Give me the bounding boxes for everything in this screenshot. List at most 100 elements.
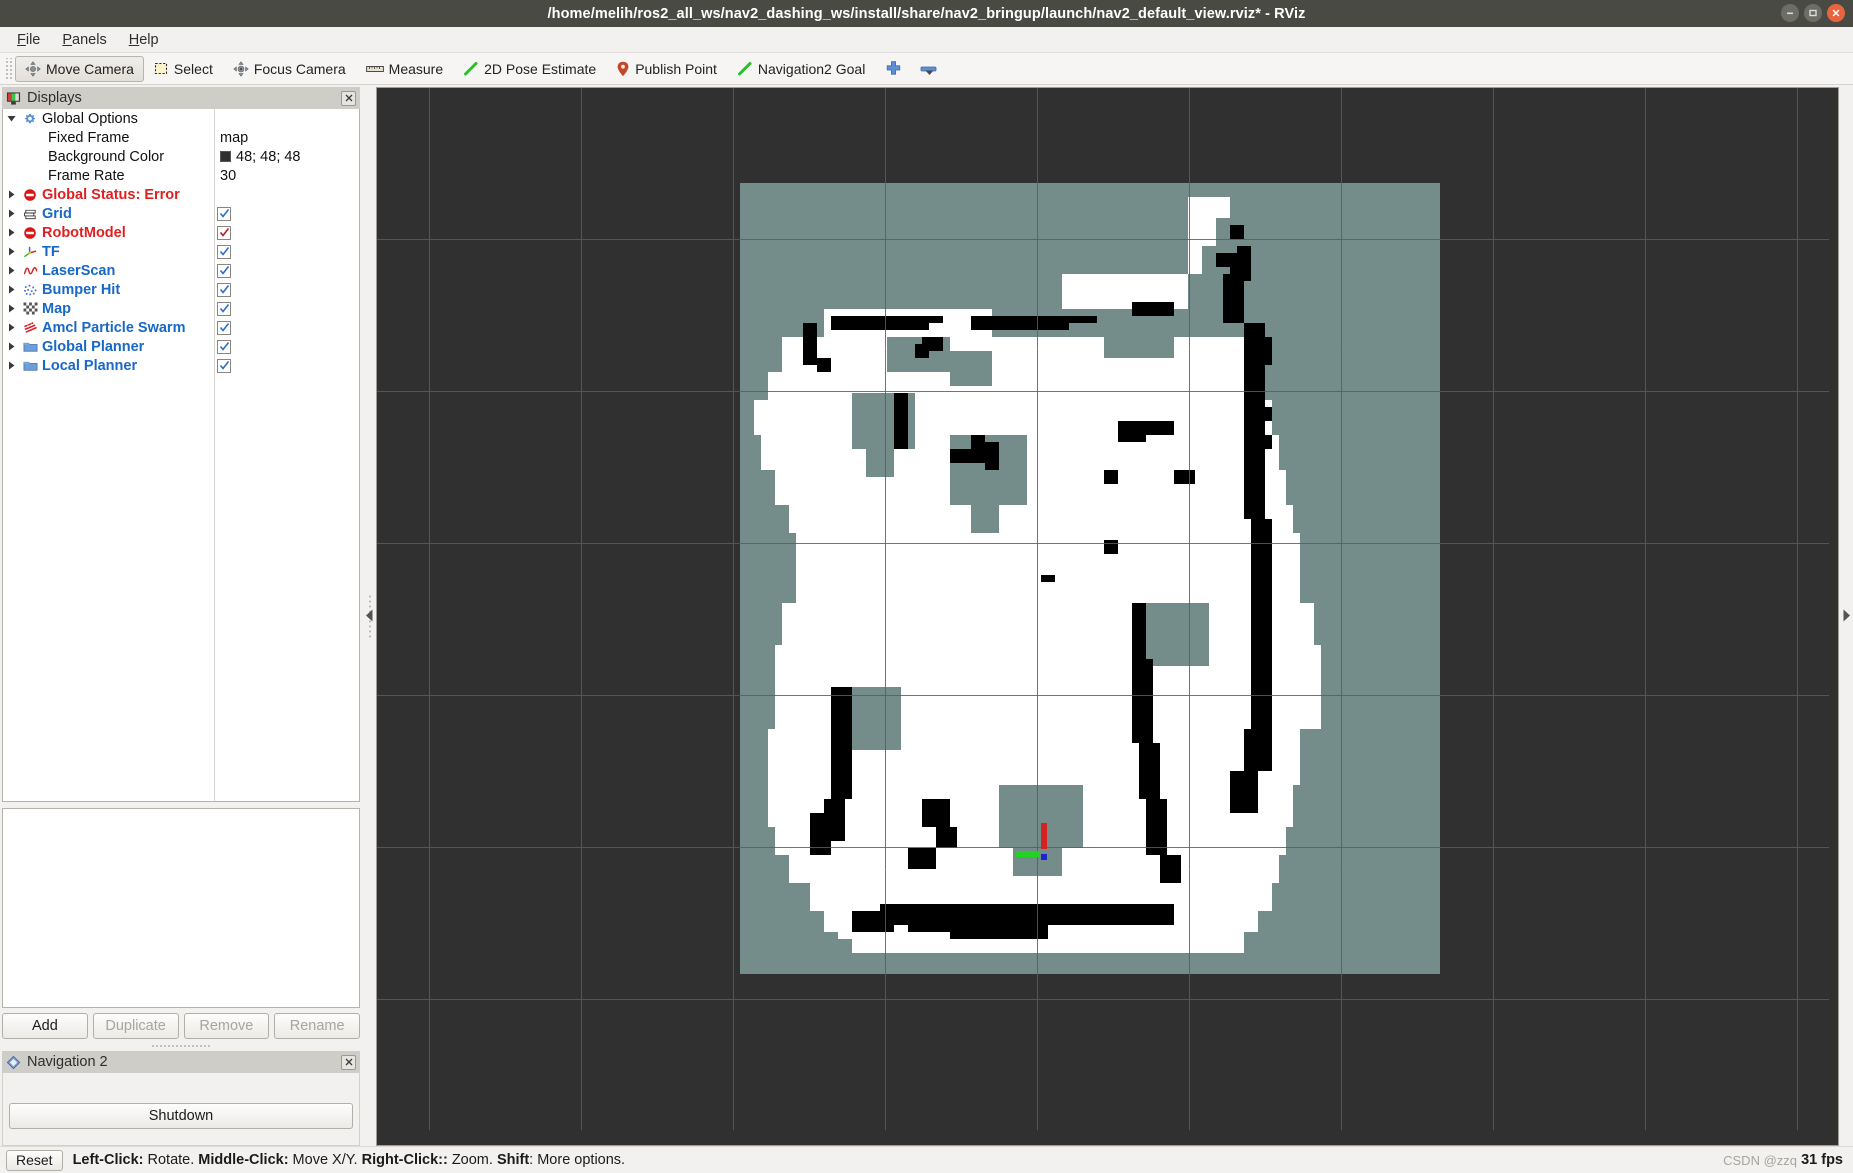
menu-help[interactable]: Help [120, 30, 168, 50]
displays-panel-title: Displays [27, 90, 82, 106]
tree-row-grid[interactable]: Grid [3, 204, 359, 223]
tree-label: Global Status: Error [42, 186, 180, 203]
tool-measure-label: Measure [388, 60, 444, 77]
select-icon [154, 62, 167, 75]
reset-button[interactable]: Reset [6, 1149, 63, 1171]
tree-row-frame-rate[interactable]: Frame Rate 30 [3, 166, 359, 185]
twisty-collapsed-icon[interactable] [3, 304, 20, 313]
twisty-collapsed-icon[interactable] [3, 342, 20, 351]
move-camera-icon [25, 60, 41, 77]
tool-move-camera-label: Move Camera [46, 60, 134, 77]
tool-navigation2-goal[interactable]: Navigation2 Goal [727, 56, 875, 82]
window-controls [1781, 4, 1845, 22]
tree-row-background-color[interactable]: Background Color 48; 48; 48 [3, 147, 359, 166]
occupancy-grid-map[interactable] [377, 88, 1829, 1130]
twisty-collapsed-icon[interactable] [3, 190, 20, 199]
twisty-collapsed-icon[interactable] [3, 266, 20, 275]
close-icon [345, 94, 352, 102]
minimize-button[interactable] [1781, 4, 1799, 22]
tree-row-local-planner[interactable]: Local Planner [3, 356, 359, 375]
collapse-left-icon[interactable] [365, 609, 374, 622]
grid-icon [20, 208, 40, 220]
twisty-collapsed-icon[interactable] [3, 209, 20, 218]
remove-button[interactable]: Remove [183, 1013, 270, 1039]
map-checkbox[interactable] [217, 301, 231, 316]
tool-focus-camera[interactable]: Focus Camera [223, 56, 356, 82]
tree-label: LaserScan [42, 262, 116, 279]
tree-label: Amcl Particle Swarm [42, 319, 186, 336]
window-title: /home/melih/ros2_all_ws/nav2_dashing_ws/… [547, 5, 1306, 22]
rename-button[interactable]: Rename [274, 1013, 360, 1039]
twisty-collapsed-icon[interactable] [3, 285, 20, 294]
tree-row-fixed-frame[interactable]: Fixed Frame map [3, 128, 359, 147]
pointcloud-icon [20, 283, 40, 297]
tool-publish-point-label: Publish Point [635, 60, 717, 77]
tree-row-bumper-hit[interactable]: Bumper Hit [3, 280, 359, 299]
tree-label: Bumper Hit [42, 281, 121, 298]
hint-shift: Shift [496, 1152, 530, 1168]
collapse-right-icon[interactable] [1842, 609, 1851, 622]
mouse-hint-text: Left-Click: Rotate. Middle-Click: Move X… [73, 1152, 626, 1168]
dock-splitter-handle[interactable] [151, 1043, 211, 1049]
tool-2d-pose-estimate[interactable]: 2D Pose Estimate [453, 56, 606, 82]
menu-panels[interactable]: Panels [53, 30, 115, 50]
robotmodel-checkbox[interactable] [217, 225, 231, 240]
tree-row-robotmodel[interactable]: RobotModel [3, 223, 359, 242]
color-swatch [220, 151, 231, 162]
twisty-expanded-icon[interactable] [3, 114, 20, 123]
tree-row-global-options[interactable]: Global Options [3, 109, 359, 128]
grid-checkbox[interactable] [217, 206, 231, 221]
folder-icon [20, 340, 40, 353]
toolbar-grip[interactable] [4, 57, 13, 80]
right-splitter[interactable] [1839, 85, 1853, 1146]
error-icon [20, 188, 40, 202]
menu-file[interactable]: File [8, 30, 49, 50]
render-view-3d[interactable] [376, 87, 1839, 1146]
laserscan-icon [20, 265, 40, 277]
main-body: Displays Global Options Fixed Frame map … [0, 85, 1853, 1146]
tree-row-global-planner[interactable]: Global Planner [3, 337, 359, 356]
twisty-collapsed-icon[interactable] [3, 228, 20, 237]
plus-icon[interactable] [885, 60, 902, 77]
fixed-frame-value[interactable]: map [220, 130, 248, 146]
add-button[interactable]: Add [2, 1013, 88, 1039]
displays-panel-close[interactable] [341, 90, 356, 106]
navigation-panel-body: Shutdown [2, 1073, 360, 1146]
global-planner-checkbox[interactable] [217, 339, 231, 354]
bumper-hit-checkbox[interactable] [217, 282, 231, 297]
tree-row-map[interactable]: Map [3, 299, 359, 318]
tool-publish-point[interactable]: Publish Point [606, 56, 727, 82]
displays-tree[interactable]: Global Options Fixed Frame map Backgroun… [2, 109, 360, 802]
left-splitter[interactable] [362, 85, 376, 1146]
tree-label: RobotModel [42, 224, 126, 241]
close-button[interactable] [1827, 4, 1845, 22]
laserscan-checkbox[interactable] [217, 263, 231, 278]
chevron-down-icon[interactable] [925, 70, 934, 76]
left-dock: Displays Global Options Fixed Frame map … [0, 85, 362, 1146]
duplicate-button[interactable]: Duplicate [92, 1013, 179, 1039]
twisty-collapsed-icon[interactable] [3, 247, 20, 256]
tree-row-laserscan[interactable]: LaserScan [3, 261, 359, 280]
tool-select[interactable]: Select [144, 56, 223, 82]
background-color-value[interactable]: 48; 48; 48 [220, 149, 301, 165]
navigation-panel-close[interactable] [341, 1054, 356, 1070]
tool-measure[interactable]: Measure [356, 56, 453, 82]
maximize-button[interactable] [1804, 4, 1822, 22]
fps-counter: 31 fps [1801, 1152, 1843, 1168]
title-bar: /home/melih/ros2_all_ws/nav2_dashing_ws/… [0, 0, 1853, 27]
shutdown-button[interactable]: Shutdown [9, 1103, 353, 1129]
amcl-particle-swarm-checkbox[interactable] [217, 320, 231, 335]
publish-point-icon [617, 61, 629, 76]
tree-row-tf[interactable]: TF [3, 242, 359, 261]
tree-label: Frame Rate [48, 167, 125, 184]
twisty-collapsed-icon[interactable] [3, 361, 20, 370]
tree-row-amcl-particle-swarm[interactable]: Amcl Particle Swarm [3, 318, 359, 337]
frame-rate-value[interactable]: 30 [220, 168, 236, 184]
tf-checkbox[interactable] [217, 244, 231, 259]
navigation-icon [6, 1055, 21, 1069]
display-properties-pane[interactable] [2, 808, 360, 1008]
tree-row-global-status[interactable]: Global Status: Error [3, 185, 359, 204]
tool-move-camera[interactable]: Move Camera [15, 55, 144, 82]
twisty-collapsed-icon[interactable] [3, 323, 20, 332]
local-planner-checkbox[interactable] [217, 358, 231, 373]
